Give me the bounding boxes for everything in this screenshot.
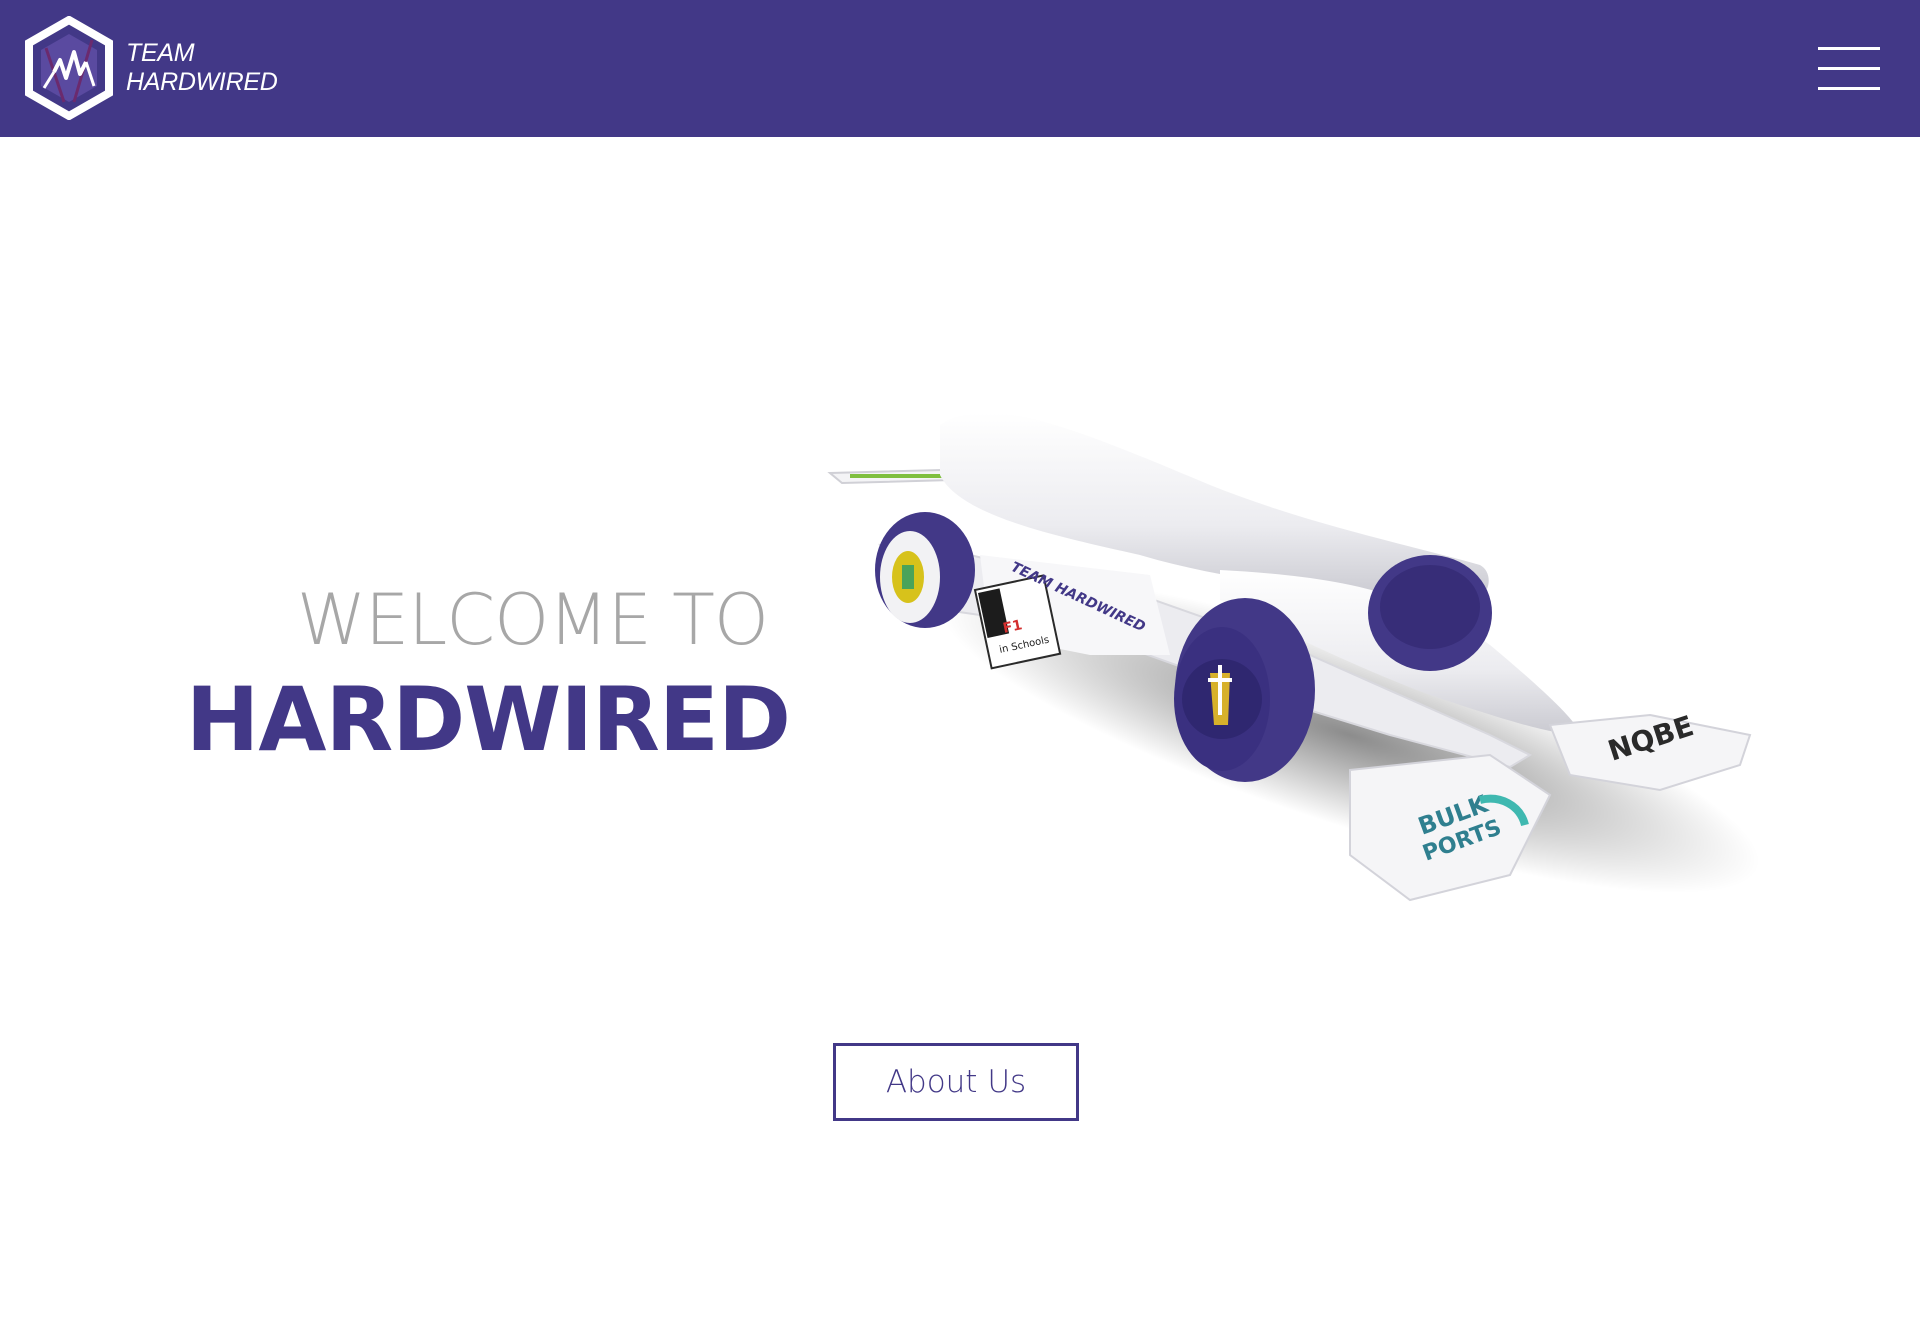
race-car-image: BULK PORTS NQBE F1 in Schools TEAM HARDW…	[827, 412, 1760, 902]
hero-title: HARDWIRED	[185, 668, 791, 771]
hamburger-menu-icon[interactable]	[1818, 44, 1880, 92]
welcome-text: WELCOME TO	[296, 579, 769, 661]
brand-name: TEAM HARDWIRED	[126, 39, 278, 97]
hero-heading: WELCOME TO HARDWIRED	[150, 570, 791, 771]
hexagon-logo-icon	[25, 16, 113, 120]
about-us-button[interactable]: About Us	[833, 1043, 1079, 1121]
brand-line-team: TEAM	[126, 39, 195, 67]
brand-home-link[interactable]: TEAM HARDWIRED	[24, 16, 278, 120]
top-navbar: TEAM HARDWIRED	[0, 0, 1920, 137]
brand-line-hardwired: HARDWIRED	[126, 68, 278, 96]
